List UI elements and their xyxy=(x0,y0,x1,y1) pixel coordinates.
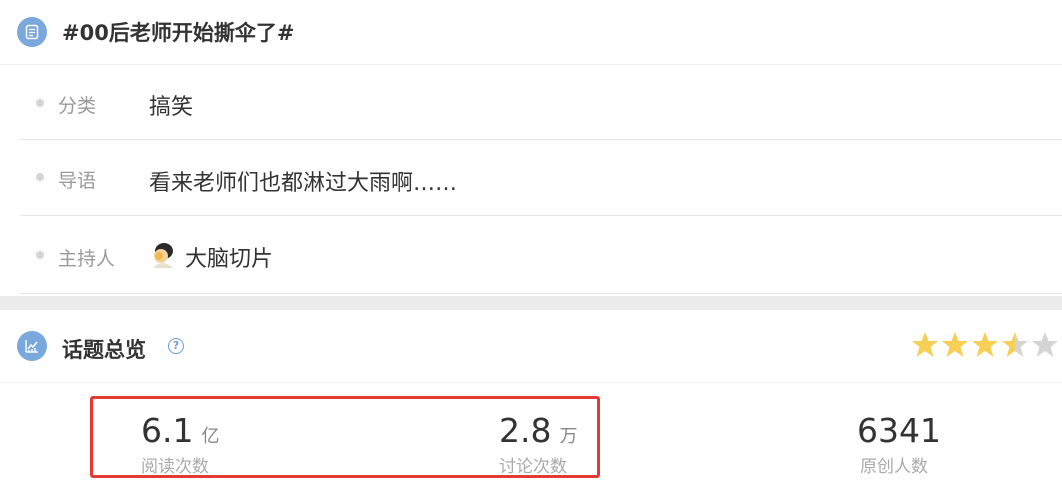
bullet-dot xyxy=(36,99,44,107)
bullet-dot xyxy=(36,173,44,181)
originals-label: 原创人数 xyxy=(860,457,928,477)
info-row-intro: 导语 看来老师们也都淋过大雨啊…… xyxy=(20,140,1062,216)
half-star-icon xyxy=(1002,332,1028,357)
host-label: 主持人 xyxy=(58,248,116,270)
rating-stars xyxy=(910,330,1062,364)
highlight-box xyxy=(90,396,600,478)
question-circle-icon[interactable]: ? xyxy=(168,338,184,354)
info-row-category: 分类 搞笑 xyxy=(20,64,1062,140)
star-empty-icon xyxy=(1032,332,1058,357)
topic-header: #00后老师开始撕伞了# xyxy=(0,0,1062,65)
intro-label: 导语 xyxy=(58,170,97,192)
host-name[interactable]: 大脑切片 xyxy=(185,241,273,273)
star-icon xyxy=(912,332,938,357)
category-value[interactable]: 搞笑 xyxy=(149,89,193,121)
stat-originals: 6341 原创人数 xyxy=(857,411,941,478)
overview-title: 话题总览 xyxy=(62,338,146,362)
list-icon xyxy=(17,17,47,47)
category-label: 分类 xyxy=(58,95,97,117)
section-divider xyxy=(0,296,1062,310)
bullet-dot xyxy=(36,251,44,259)
chart-icon xyxy=(17,331,47,361)
avatar[interactable] xyxy=(149,241,177,269)
topic-title: #00后老师开始撕伞了# xyxy=(62,21,295,45)
info-row-host: 主持人 大脑切片 xyxy=(20,216,1062,294)
star-icon xyxy=(942,332,968,357)
intro-value: 看来老师们也都淋过大雨啊…… xyxy=(149,171,458,196)
originals-value: 6341 xyxy=(857,411,941,450)
star-icon xyxy=(972,332,998,357)
overview-header: 话题总览 ? xyxy=(0,310,1062,383)
